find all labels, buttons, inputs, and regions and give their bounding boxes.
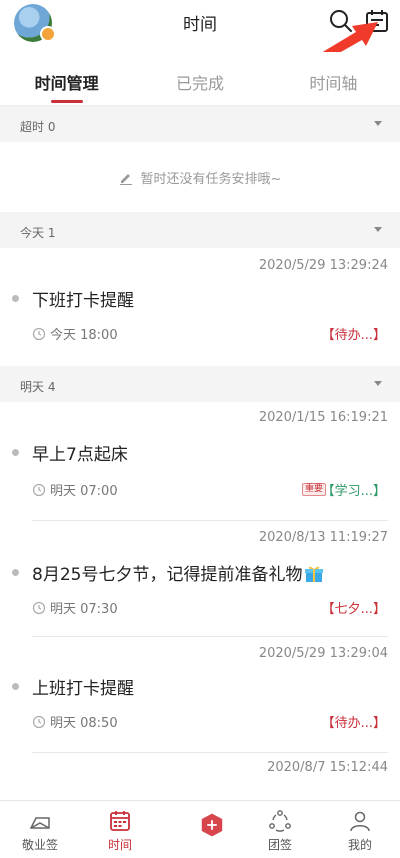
bullet-dot	[12, 449, 19, 456]
nav-label: 敬业签	[21, 838, 58, 852]
task-item[interactable]: 2020/8/13 11:19:27 8月25号七夕节，记得提前准备礼物 明天 …	[0, 520, 400, 637]
add-icon[interactable]	[200, 813, 224, 837]
calendar-icon[interactable]	[364, 8, 390, 34]
task-category-tag: 【待办...】	[321, 716, 386, 731]
task-title-row: 8月25号七夕节，记得提前准备礼物	[32, 560, 324, 585]
nav-item-team[interactable]: 团签	[240, 801, 320, 858]
app-header: 时间	[0, 0, 400, 52]
task-timestamp: 2020/8/13 11:19:27	[258, 530, 388, 545]
section-label: 明天 4	[20, 380, 56, 394]
task-time: 明天 08:50	[50, 716, 118, 731]
task-category-tag: 【学习...】	[321, 484, 386, 499]
nav-label: 团签	[267, 838, 292, 852]
task-timestamp: 2020/5/29 13:29:04	[258, 646, 388, 661]
nav-label: 我的	[347, 838, 372, 852]
section-today[interactable]: 今天 1	[0, 212, 400, 248]
nav-item-jingyeqian[interactable]: 敬业签	[0, 801, 80, 858]
tab-bar: 时间管理 已完成 时间轴	[0, 52, 400, 106]
empty-state: 暂时还没有任务安排哦~	[0, 168, 400, 187]
bullet-dot	[12, 569, 19, 576]
section-label: 今天 1	[20, 226, 56, 240]
task-timestamp: 2020/8/7 15:12:44	[267, 760, 388, 775]
task-item[interactable]: 2020/1/15 16:19:21 早上7点起床 明天 07:00 重要 【学…	[0, 402, 400, 521]
nav-item-time[interactable]: 时间	[80, 801, 160, 858]
alarm-icon	[32, 601, 46, 614]
task-timestamp: 2020/5/29 13:29:24	[258, 258, 388, 273]
nav-label: 时间	[107, 838, 132, 852]
task-reminder: 今天 18:00	[32, 324, 118, 343]
envelope-icon	[29, 817, 50, 829]
task-title: 8月25号七夕节，记得提前准备礼物	[32, 565, 303, 585]
tab-label: 时间管理	[34, 74, 99, 93]
bullet-dot	[12, 295, 19, 302]
task-title: 上班打卡提醒	[32, 679, 134, 699]
task-time: 明天 07:00	[50, 484, 118, 499]
pencil-icon	[119, 174, 132, 185]
section-label: 超时 0	[20, 120, 56, 134]
bullet-dot	[12, 683, 19, 690]
task-time: 今天 18:00	[50, 328, 118, 343]
alarm-icon	[32, 715, 46, 728]
alarm-icon	[32, 483, 46, 496]
tab-time-management[interactable]: 时间管理	[0, 52, 133, 105]
search-icon[interactable]	[328, 8, 354, 34]
section-tomorrow[interactable]: 明天 4	[0, 366, 400, 402]
task-item[interactable]: 2020/5/29 13:29:24 下班打卡提醒 今天 18:00 【待办..…	[0, 248, 400, 366]
task-timestamp: 2020/1/15 16:19:21	[258, 410, 388, 425]
nav-item-mine[interactable]: 我的	[320, 801, 400, 858]
nav-item-add[interactable]	[160, 801, 240, 858]
task-category-tag: 【待办...】	[321, 328, 386, 343]
task-title: 早上7点起床	[32, 445, 128, 465]
user-icon	[350, 811, 370, 832]
task-reminder: 明天 07:00	[32, 480, 118, 499]
tab-label: 时间轴	[309, 74, 358, 93]
task-item[interactable]: 2020/8/7 15:12:44	[0, 752, 400, 800]
team-icon	[269, 810, 291, 832]
calendar-grid-icon	[110, 811, 130, 831]
tab-label: 已完成	[175, 74, 224, 93]
task-reminder: 明天 07:30	[32, 598, 118, 617]
active-tab-indicator	[50, 100, 83, 103]
task-item[interactable]: 2020/5/29 13:29:04 上班打卡提醒 明天 08:50 【待办..…	[0, 636, 400, 753]
empty-message: 暂时还没有任务安排哦~	[140, 172, 282, 187]
tab-completed[interactable]: 已完成	[133, 52, 266, 105]
bottom-nav: 敬业签 时间 团签 我的	[0, 800, 400, 858]
chevron-down-icon	[374, 121, 382, 126]
task-category-tag: 【七夕...】	[321, 602, 386, 617]
gift-icon	[305, 566, 324, 582]
task-time: 明天 07:30	[50, 602, 118, 617]
section-overdue[interactable]: 超时 0	[0, 106, 400, 142]
tab-timeline[interactable]: 时间轴	[267, 52, 400, 105]
chevron-down-icon	[374, 381, 382, 386]
chevron-down-icon	[374, 227, 382, 232]
task-title: 下班打卡提醒	[32, 291, 134, 311]
alarm-icon	[32, 327, 46, 340]
task-reminder: 明天 08:50	[32, 712, 118, 731]
